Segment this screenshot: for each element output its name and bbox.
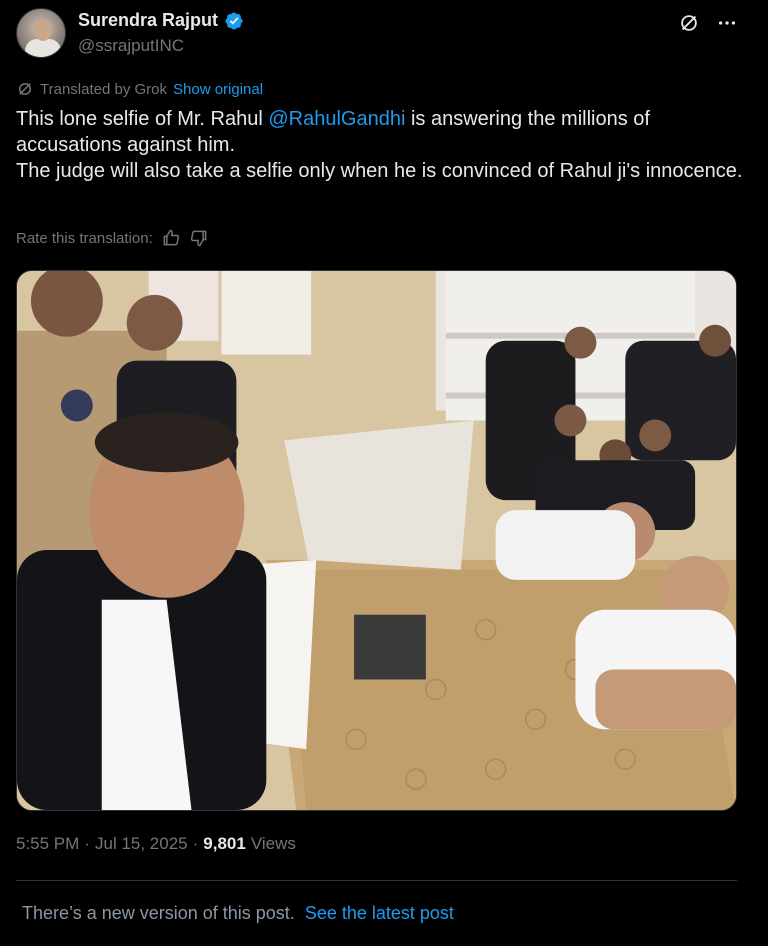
more-icon[interactable] xyxy=(716,12,738,34)
name-row: Surendra Rajput xyxy=(78,10,244,31)
handle[interactable]: @ssrajputINC xyxy=(78,36,184,56)
grok-icon xyxy=(19,83,31,95)
translated-label: Translated by Grok xyxy=(40,80,167,98)
rate-translation: Rate this translation: xyxy=(16,228,209,248)
avatar[interactable] xyxy=(16,8,66,58)
post-header: Surendra Rajput @ssrajputINC xyxy=(16,8,752,64)
rate-label: Rate this translation: xyxy=(16,229,153,247)
grok-icon[interactable] xyxy=(678,12,700,34)
header-actions xyxy=(678,12,738,34)
post-meta: 5:55 PM · Jul 15, 2025 · 9,801 Views xyxy=(16,834,296,854)
thumbs-down-icon[interactable] xyxy=(189,228,209,248)
meta-separator: · xyxy=(84,834,90,853)
show-original-link[interactable]: Show original xyxy=(173,81,263,98)
post-photo[interactable] xyxy=(16,270,737,811)
see-latest-post-link[interactable]: See the latest post xyxy=(305,903,454,924)
divider xyxy=(16,880,737,881)
mention-link[interactable]: @RahulGandhi xyxy=(268,108,405,130)
tweet-text: This lone selfie of Mr. Rahul @RahulGand… xyxy=(16,106,746,184)
views-label: Views xyxy=(250,834,296,853)
translation-notice: Translated by Grok Show original xyxy=(16,80,263,98)
tweet-paragraph-2: The judge will also take a selfie only w… xyxy=(16,160,743,182)
new-version-notice: There’s a new version of this post. See … xyxy=(22,903,454,924)
display-name[interactable]: Surendra Rajput xyxy=(78,10,218,31)
thumbs-up-icon[interactable] xyxy=(161,228,181,248)
verified-badge-icon xyxy=(225,11,243,30)
post-time[interactable]: 5:55 PM xyxy=(16,834,79,854)
selfie-photo-illustration xyxy=(17,271,736,810)
post-date[interactable]: Jul 15, 2025 xyxy=(95,834,188,854)
tweet-paragraph-1: This lone selfie of Mr. Rahul @RahulGand… xyxy=(16,108,650,156)
views-count: 9,801 xyxy=(203,834,246,853)
new-version-message: There’s a new version of this post. xyxy=(22,903,295,923)
meta-separator: · xyxy=(192,834,199,853)
